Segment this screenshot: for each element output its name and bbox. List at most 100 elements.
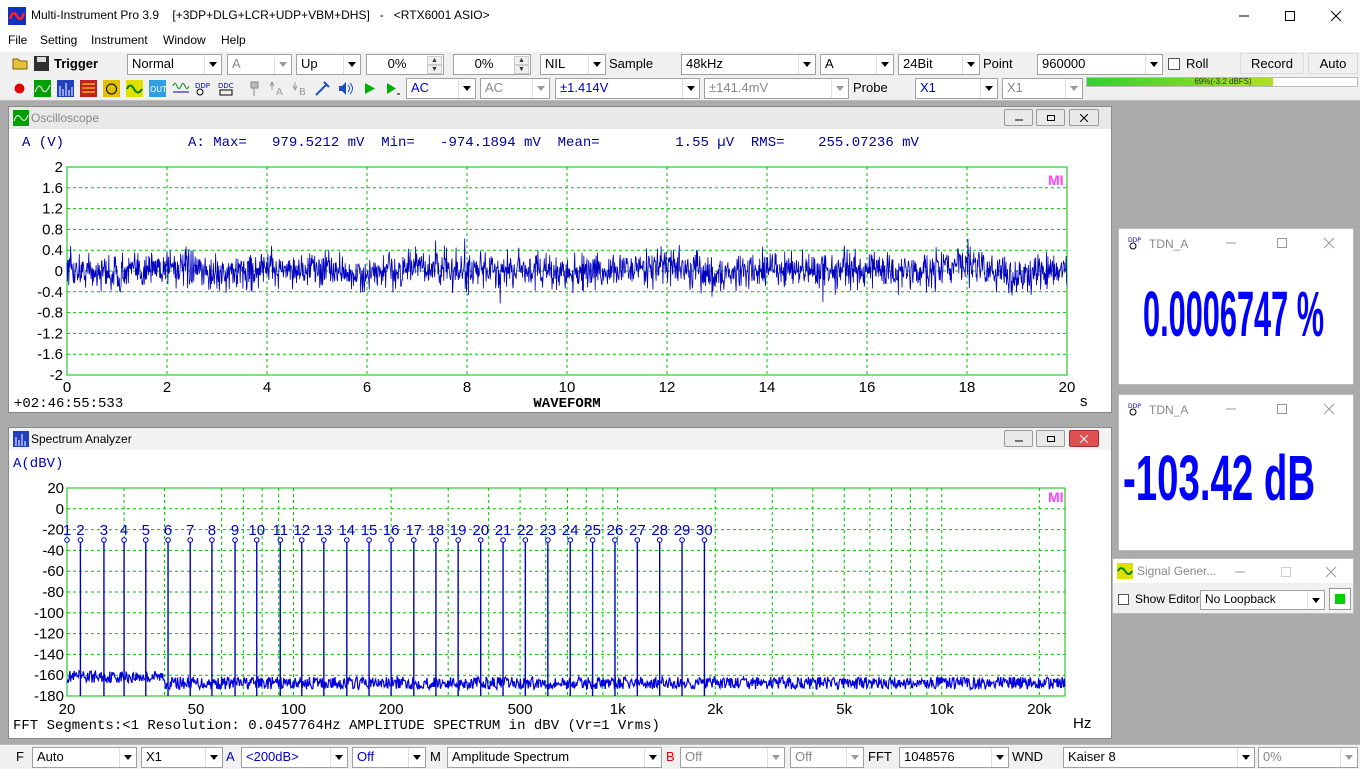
- spin-up-icon[interactable]: ▲: [427, 56, 442, 65]
- osc-restore-button[interactable]: [1036, 109, 1065, 126]
- x-tick-label: 4: [263, 379, 271, 396]
- spec-restore-button[interactable]: [1036, 430, 1065, 447]
- db-range-select[interactable]: <200dB>: [241, 747, 348, 768]
- play-icon[interactable]: [361, 80, 378, 97]
- spin-down-icon[interactable]: ▼: [427, 65, 442, 74]
- spectrogram-icon[interactable]: [80, 80, 97, 97]
- channel-select[interactable]: A: [820, 54, 894, 75]
- x-tick-label: 20: [1059, 379, 1076, 396]
- maximize-icon[interactable]: [1276, 237, 1288, 249]
- trigger-edge-select[interactable]: Up: [296, 54, 361, 75]
- bit-depth-select[interactable]: 24Bit: [898, 54, 980, 75]
- spec-close-button[interactable]: [1069, 430, 1099, 447]
- harmonic-label: 17: [405, 522, 422, 539]
- siggen-titlebar[interactable]: Signal Gener...: [1113, 559, 1353, 583]
- trigger-delay-spinner[interactable]: 0% ▲ ▼: [453, 54, 531, 75]
- minimize-icon[interactable]: [1234, 566, 1246, 578]
- record-dot-icon[interactable]: [11, 80, 28, 97]
- range-a-select[interactable]: ±1.414V: [555, 78, 700, 99]
- multiplier-select[interactable]: X1: [141, 747, 223, 768]
- close-icon[interactable]: [1323, 403, 1335, 415]
- menu-setting[interactable]: Setting: [40, 33, 77, 47]
- minimize-button[interactable]: [1221, 0, 1267, 31]
- menu-file[interactable]: File: [8, 33, 27, 47]
- spectrum-icon[interactable]: [57, 80, 74, 97]
- loopback-select[interactable]: No Loopback: [1200, 590, 1325, 610]
- minimize-icon[interactable]: [1225, 237, 1237, 249]
- range-b-select[interactable]: ±141.4mV: [704, 78, 849, 99]
- tdn1-titlebar[interactable]: DDP TDN_A: [1119, 229, 1353, 255]
- spin-up-icon[interactable]: ▲: [514, 56, 529, 65]
- ddp-icon[interactable]: DDP: [195, 80, 212, 97]
- ddp-icon: DDP: [1128, 237, 1141, 250]
- x-tick-label: 0: [63, 379, 71, 396]
- close-button[interactable]: [1313, 0, 1359, 31]
- osc-close-button[interactable]: [1069, 109, 1099, 126]
- chevron-down-icon: [649, 755, 657, 760]
- generator-toggle-button[interactable]: [1329, 588, 1351, 610]
- b-range-select[interactable]: Off: [680, 747, 785, 768]
- record-button[interactable]: Record: [1240, 53, 1304, 74]
- analysis-mode-select[interactable]: Amplitude Spectrum: [447, 747, 662, 768]
- chevron-down-icon: [1150, 62, 1158, 67]
- spectrum-titlebar[interactable]: Spectrum Analyzer: [9, 428, 1111, 450]
- chevron-down-icon: [1070, 86, 1078, 91]
- oscilloscope-chart[interactable]: 0 2 4 6 8 10 12 14 16 18 20 2 1.6 1.2 0.8 0.4 0 -0.4 -0.8 -…: [9, 155, 1111, 413]
- ddc-icon[interactable]: DDC: [218, 80, 235, 97]
- window-function-select[interactable]: Kaiser 8: [1063, 747, 1255, 768]
- points-select[interactable]: 960000: [1037, 54, 1163, 75]
- signal-generator-icon[interactable]: [126, 80, 143, 97]
- adjust-b-icon[interactable]: B: [291, 80, 308, 97]
- menu-help[interactable]: Help: [221, 33, 246, 47]
- menu-window[interactable]: Window: [163, 33, 206, 47]
- probe-b-select[interactable]: X1: [1002, 78, 1083, 99]
- osc-minimize-button[interactable]: [1004, 109, 1033, 126]
- open-folder-icon[interactable]: [12, 55, 29, 72]
- b-weighting-select[interactable]: Off: [790, 747, 864, 768]
- auto-button[interactable]: Auto: [1308, 53, 1358, 74]
- fft-size-select[interactable]: 1048576: [899, 747, 1009, 768]
- y-tick-label: -20: [42, 522, 64, 539]
- a-weighting-select[interactable]: Off: [352, 747, 426, 768]
- trigger-channel-select[interactable]: A: [227, 54, 292, 75]
- trigger-level-spinner[interactable]: 0% ▲ ▼: [366, 54, 444, 75]
- probe-a-select[interactable]: X1: [915, 78, 998, 99]
- oscilloscope-titlebar[interactable]: Oscilloscope: [9, 107, 1111, 129]
- spec-minimize-button[interactable]: [1004, 430, 1033, 447]
- spin-down-icon[interactable]: ▼: [514, 65, 529, 74]
- y-tick-label: -1.2: [37, 325, 63, 342]
- coupling-a-select[interactable]: AC: [406, 78, 476, 99]
- nil-select[interactable]: NIL: [540, 54, 606, 75]
- tdn2-titlebar[interactable]: DDP TDN_A: [1119, 395, 1353, 421]
- speaker-icon[interactable]: [337, 80, 354, 97]
- trigger-label[interactable]: Trigger: [54, 56, 98, 71]
- close-icon[interactable]: [1325, 566, 1337, 578]
- trigger-mode-select[interactable]: Normal: [127, 54, 222, 75]
- show-editor-checkbox[interactable]: [1118, 594, 1129, 605]
- sweep-icon[interactable]: [172, 80, 189, 97]
- sample-rate-select[interactable]: 48kHz: [681, 54, 816, 75]
- play-step-icon[interactable]: [384, 80, 401, 97]
- roll-checkbox[interactable]: [1168, 58, 1180, 70]
- ddp-icon: DDP: [1128, 403, 1141, 416]
- probe-icon[interactable]: [246, 80, 263, 97]
- save-icon[interactable]: [33, 55, 50, 72]
- tools-icon[interactable]: [314, 80, 331, 97]
- freq-mode-select[interactable]: Auto: [32, 747, 137, 768]
- spectrum-chart[interactable]: 20 50 100 200 500 1k 2k 5k 10k 20k200-20-40-60-80…: [9, 476, 1111, 738]
- oscilloscope-icon[interactable]: [34, 80, 51, 97]
- dmm-icon[interactable]: [103, 80, 120, 97]
- harmonic-label: 15: [361, 522, 378, 539]
- adjust-a-icon[interactable]: A: [268, 80, 285, 97]
- maximize-button[interactable]: [1267, 0, 1313, 31]
- minimize-icon[interactable]: [1225, 403, 1237, 415]
- data-output-icon[interactable]: OUT: [149, 80, 166, 97]
- generator-status-icon: [1335, 594, 1345, 604]
- overlap-select[interactable]: 0%: [1258, 747, 1358, 768]
- close-icon[interactable]: [1323, 237, 1335, 249]
- maximize-icon[interactable]: [1276, 403, 1288, 415]
- maximize-icon[interactable]: [1280, 566, 1292, 578]
- menu-instrument[interactable]: Instrument: [91, 33, 148, 47]
- coupling-b-select[interactable]: AC: [480, 78, 550, 99]
- x-unit-label: s: [1080, 393, 1088, 410]
